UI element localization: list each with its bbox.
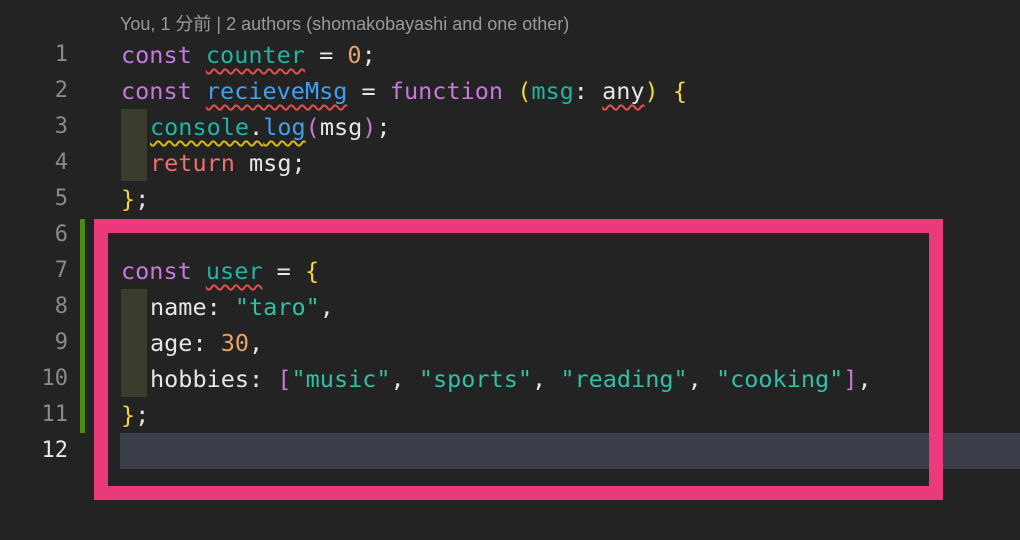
string-literal: "sports" <box>418 365 533 393</box>
brace-close: } <box>121 401 136 429</box>
line-number-current: 12 <box>41 438 69 463</box>
current-line-highlight <box>120 433 1020 469</box>
code-line-7[interactable]: const user = { <box>121 253 319 289</box>
line-number: 9 <box>54 330 68 355</box>
code-line-10[interactable]: hobbies: ["music", "sports", "reading", … <box>150 361 872 397</box>
operator-assign: = <box>347 77 390 105</box>
keyword-const: const <box>121 77 192 105</box>
code-line-4[interactable]: return msg; <box>150 145 306 181</box>
code-line-5[interactable]: }; <box>121 181 149 217</box>
line-number: 7 <box>54 258 68 283</box>
bracket-close: ] <box>843 365 858 393</box>
indent-guide <box>121 289 147 397</box>
type-colon: : <box>573 77 603 105</box>
comma: , <box>532 365 561 393</box>
type-any[interactable]: any <box>602 77 644 105</box>
paren-open: ( <box>305 113 320 141</box>
comma: , <box>390 365 419 393</box>
brace-open: { <box>304 257 320 285</box>
object-console[interactable]: console <box>150 113 249 141</box>
code-line-2[interactable]: const recieveMsg = function (msg: any) { <box>121 73 687 109</box>
line-number: 2 <box>54 78 68 103</box>
comma: , <box>857 365 872 393</box>
property-name: name: <box>150 293 235 321</box>
code-line-8[interactable]: name: "taro", <box>150 289 334 325</box>
line-number: 11 <box>41 402 69 427</box>
code-editor[interactable]: You, 1 分前 | 2 authors (shomakobayashi an… <box>0 0 1020 540</box>
bracket-open: [ <box>277 365 292 393</box>
number-literal: 30 <box>220 329 250 357</box>
brace-close: } <box>121 185 136 213</box>
line-number: 8 <box>54 294 68 319</box>
keyword-function: function <box>389 77 504 105</box>
code-line-9[interactable]: age: 30, <box>150 325 263 361</box>
method-log[interactable]: log <box>263 113 305 141</box>
string-literal: "reading" <box>560 365 688 393</box>
keyword-const: const <box>121 41 192 69</box>
arg-msg: msg <box>319 113 363 141</box>
brace-open: { <box>672 77 688 105</box>
comma: , <box>249 329 264 357</box>
paren-open: ( <box>517 77 532 105</box>
line-number: 3 <box>54 114 68 139</box>
semicolon: ; <box>135 401 150 429</box>
return-value: msg; <box>234 149 306 177</box>
string-literal: "cooking" <box>715 365 844 393</box>
modified-lines-gutter-indicator[interactable] <box>80 219 85 433</box>
variable-user[interactable]: user <box>206 257 263 285</box>
comma: , <box>319 293 334 321</box>
indent-guide <box>121 109 147 181</box>
keyword-const: const <box>121 257 192 285</box>
semicolon: ; <box>376 113 391 141</box>
variable-recieveMsg[interactable]: recieveMsg <box>206 77 347 105</box>
line-number: 5 <box>54 186 68 211</box>
property-hobbies: hobbies: <box>150 365 278 393</box>
string-literal: "taro" <box>234 293 320 321</box>
semicolon: ; <box>361 41 376 69</box>
line-number: 1 <box>54 42 68 67</box>
line-number: 6 <box>54 222 68 247</box>
comma: , <box>687 365 716 393</box>
operator-assign: = <box>262 257 305 285</box>
codelens-blame[interactable]: You, 1 分前 | 2 authors (shomakobayashi an… <box>120 10 569 36</box>
string-literal: "music" <box>291 365 391 393</box>
code-line-3[interactable]: console.log(msg); <box>150 109 391 145</box>
paren-close: ) <box>644 77 659 105</box>
line-number: 10 <box>41 366 69 391</box>
code-line-11[interactable]: }; <box>121 397 149 433</box>
paren-close: ) <box>362 113 377 141</box>
keyword-return: return <box>150 149 235 177</box>
operator-assign: = <box>304 41 348 69</box>
line-number: 4 <box>54 150 68 175</box>
member-dot: . <box>249 113 264 141</box>
code-line-1[interactable]: const counter = 0; <box>121 37 376 73</box>
param-msg[interactable]: msg <box>531 77 573 105</box>
number-literal: 0 <box>347 41 362 69</box>
semicolon: ; <box>135 185 150 213</box>
variable-counter[interactable]: counter <box>206 41 305 69</box>
property-age: age: <box>150 329 221 357</box>
